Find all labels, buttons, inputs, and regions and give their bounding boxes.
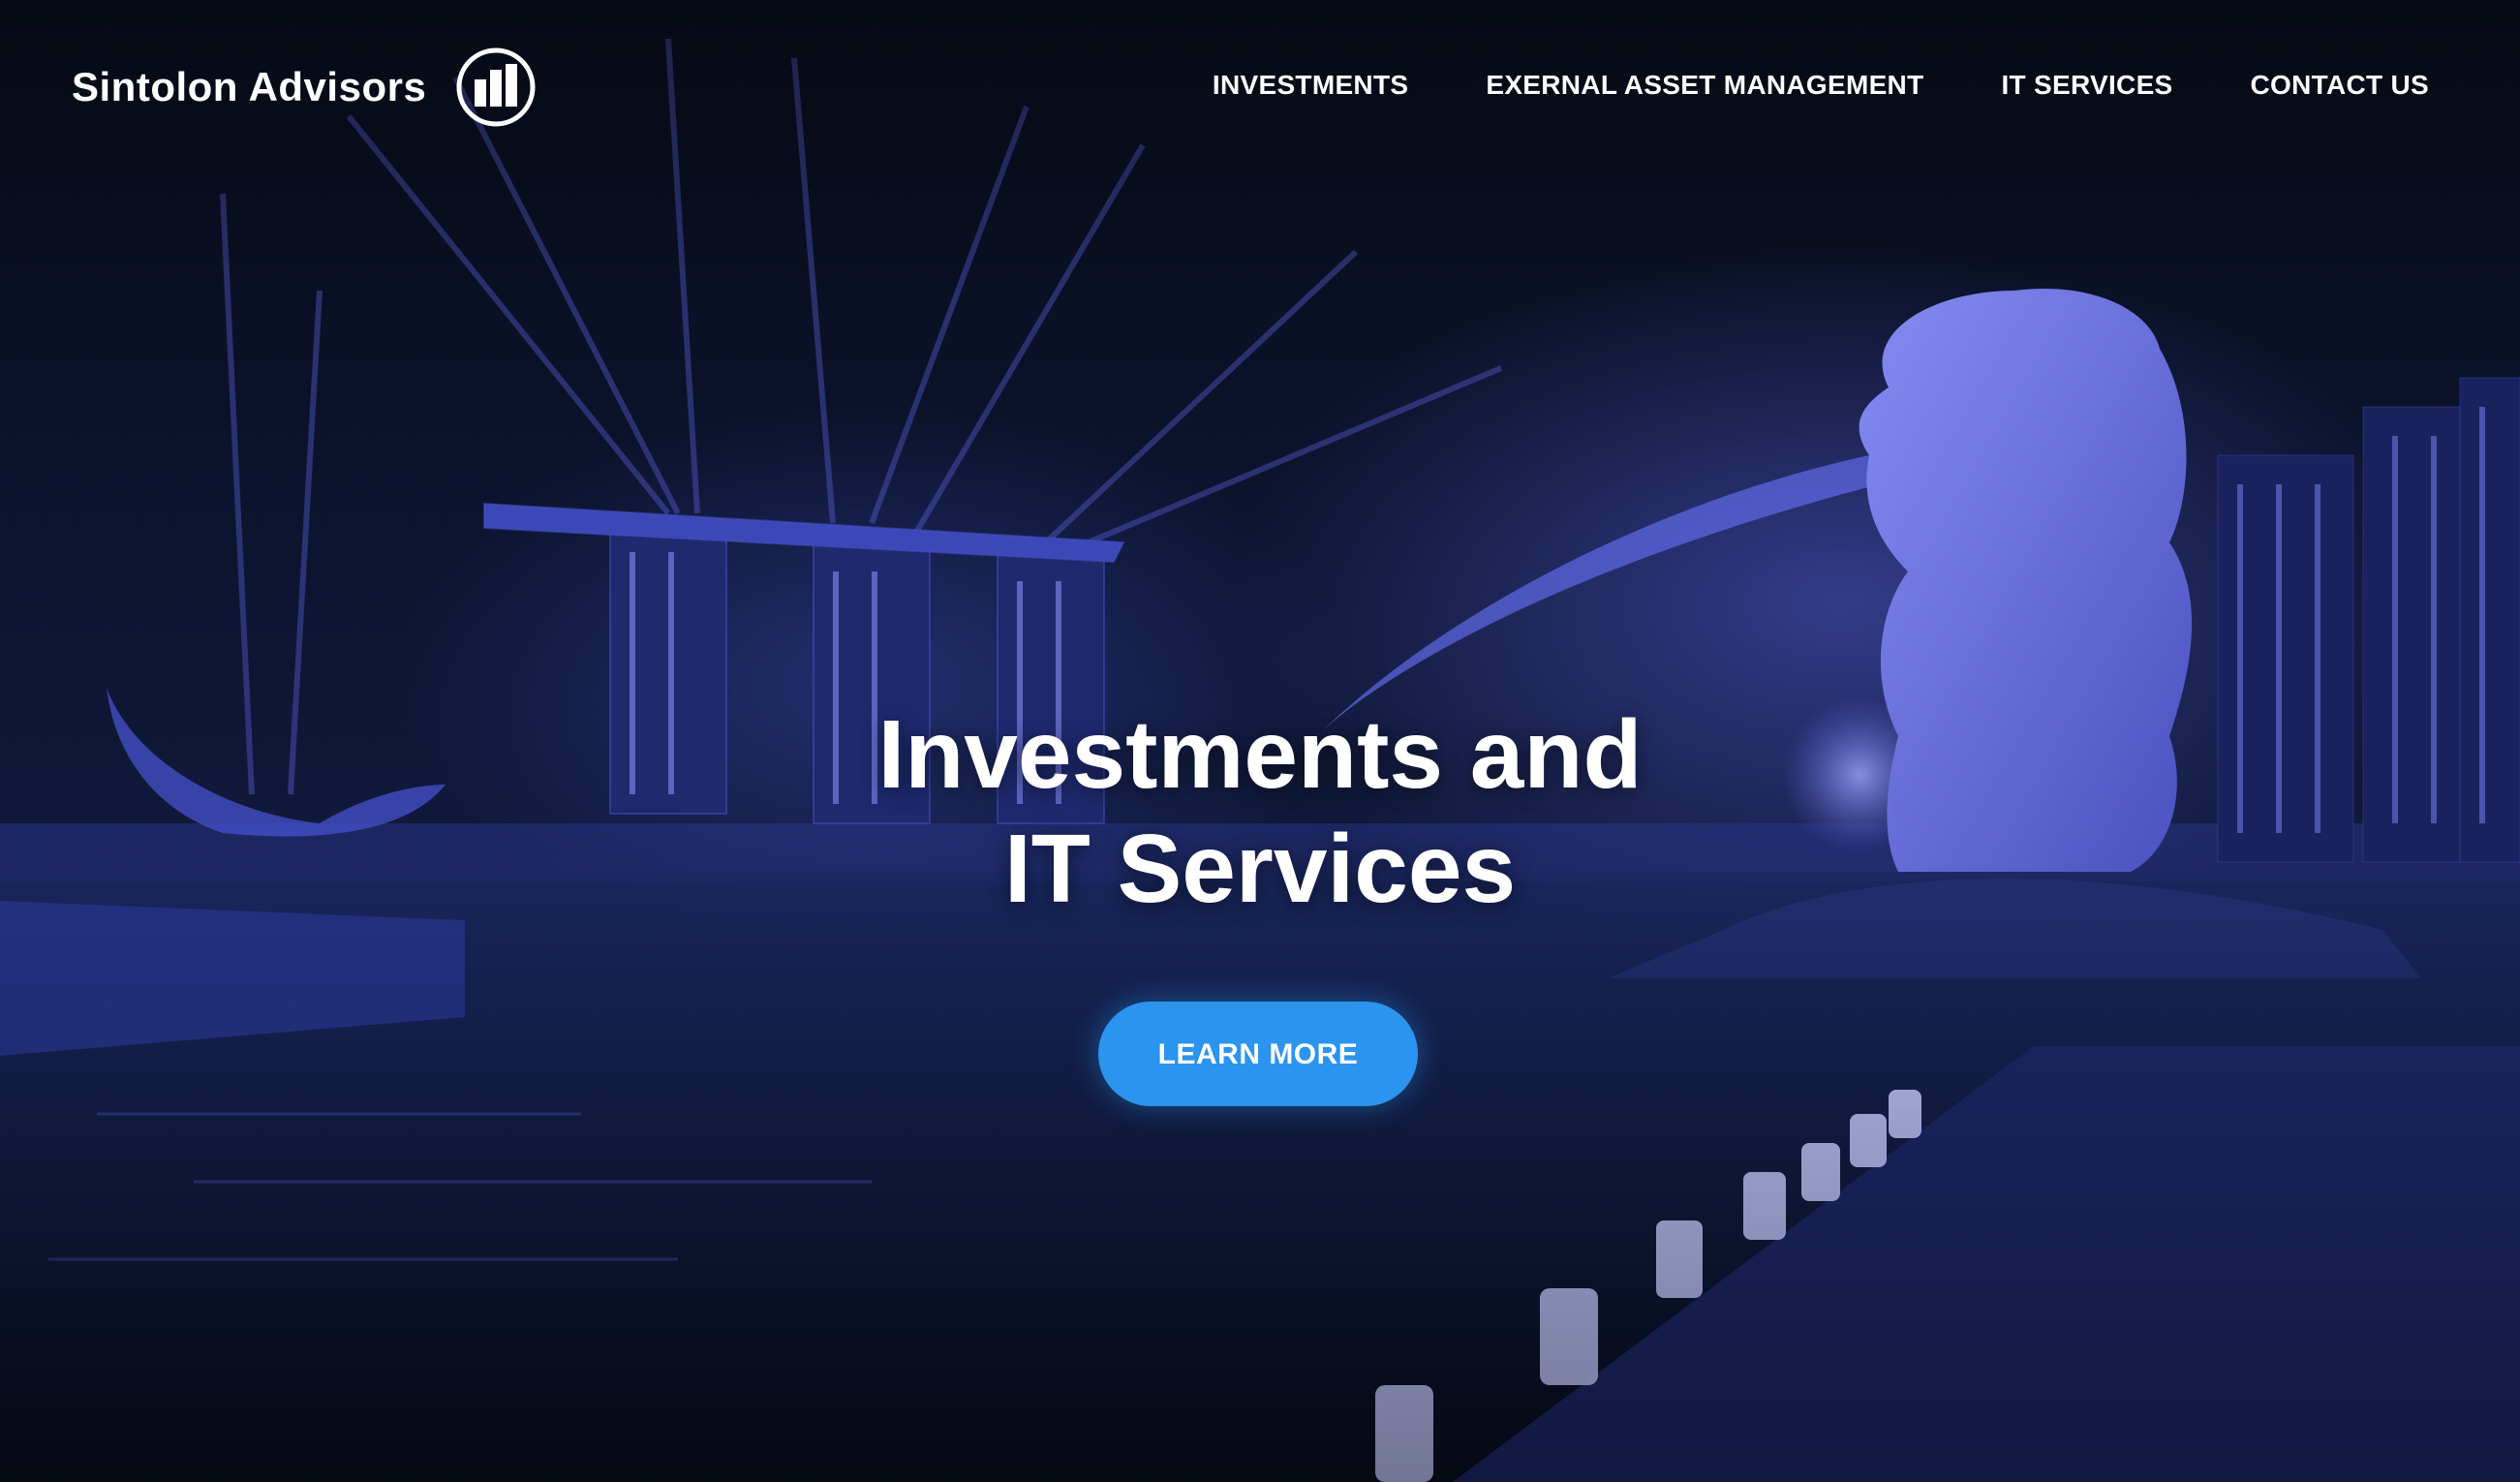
- brand-name[interactable]: Sintolon Advisors: [72, 64, 426, 110]
- headline-line-2: IT Services: [1003, 815, 1517, 923]
- hero-headline: Investments and IT Services: [0, 697, 2520, 926]
- learn-more-button[interactable]: LEARN MORE: [1098, 1002, 1418, 1106]
- hero-section: Sintolon Advisors INVESTMENTS EXERNAL AS…: [0, 0, 2520, 1482]
- nav-item-it-services[interactable]: IT SERVICES: [2001, 70, 2172, 101]
- bar-chart-circle-icon[interactable]: [455, 46, 537, 128]
- hero-content: Investments and IT Services LEARN MORE: [0, 697, 2520, 1106]
- site-header: Sintolon Advisors INVESTMENTS EXERNAL AS…: [0, 0, 2520, 174]
- nav-item-investments[interactable]: INVESTMENTS: [1213, 70, 1408, 101]
- brand[interactable]: Sintolon Advisors: [72, 46, 537, 128]
- main-nav: INVESTMENTS EXERNAL ASSET MANAGEMENT IT …: [1135, 70, 2429, 101]
- nav-item-external-asset-management[interactable]: EXERNAL ASSET MANAGEMENT: [1486, 70, 1923, 101]
- headline-line-1: Investments and: [877, 700, 1643, 809]
- nav-item-contact-us[interactable]: CONTACT US: [2251, 70, 2429, 101]
